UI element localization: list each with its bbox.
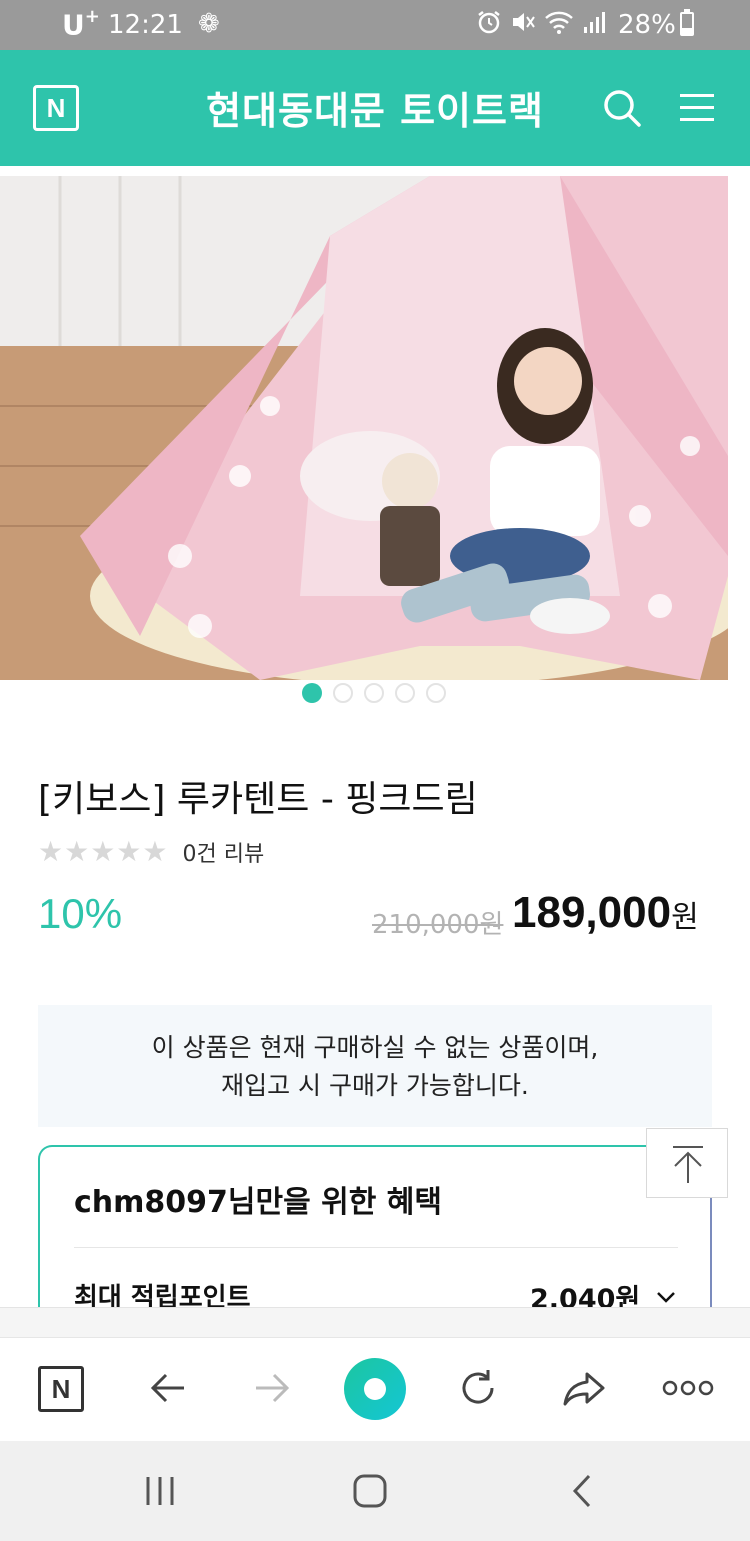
carousel-dot[interactable] <box>395 683 415 703</box>
system-back-icon[interactable] <box>562 1471 602 1511</box>
product-photo <box>0 176 728 680</box>
settings-gear-icon: ❁ <box>198 9 220 39</box>
system-navigation-bar <box>0 1441 750 1541</box>
signal-icon <box>584 12 605 33</box>
battery-percent: 28% <box>618 10 676 40</box>
carousel-dot[interactable] <box>426 683 446 703</box>
toolbar-strip <box>0 1308 750 1338</box>
back-icon[interactable] <box>140 1360 196 1416</box>
benefit-title: chm8097님만을 위한 혜택 <box>74 1185 442 1220</box>
notice-line-2: 재입고 시 구매가 가능합니다. <box>221 1071 529 1100</box>
share-icon[interactable] <box>556 1360 612 1416</box>
carousel-dot[interactable] <box>333 683 353 703</box>
alarm-icon <box>478 11 500 34</box>
clock: 12:21 <box>108 10 183 40</box>
carousel-dot[interactable] <box>302 683 322 703</box>
wifi-icon <box>545 11 573 34</box>
carousel-dot[interactable] <box>364 683 384 703</box>
original-price: 210,000원 <box>372 910 504 940</box>
browser-toolbar: N <box>0 1307 750 1441</box>
sale-price: 189,000원 <box>512 888 699 937</box>
status-icons <box>476 9 606 35</box>
carrier-label: U+ <box>62 6 100 42</box>
refresh-icon[interactable] <box>450 1360 506 1416</box>
battery-icon <box>680 9 694 36</box>
notice-line-1: 이 상품은 현재 구매하실 수 없는 상품이며, <box>151 1033 599 1062</box>
home-circle-icon[interactable] <box>344 1358 406 1420</box>
scroll-to-top-button[interactable] <box>646 1128 728 1198</box>
star-rating-icon: ★★★★★ <box>38 835 169 868</box>
product-title: [키보스] 루카텐트 - 핑크드림 <box>38 779 478 820</box>
review-count[interactable]: 0건 리뷰 <box>183 836 265 868</box>
sold-out-notice: 이 상품은 현재 구매하실 수 없는 상품이며, 재입고 시 구매가 가능합니다… <box>38 1005 712 1127</box>
more-icon[interactable] <box>660 1360 716 1416</box>
carousel-indicators <box>302 683 446 703</box>
naver-home-button[interactable]: N <box>38 1366 84 1412</box>
product-image[interactable] <box>0 176 728 680</box>
home-icon[interactable] <box>350 1471 390 1511</box>
arrow-up-icon <box>673 1146 703 1183</box>
menu-icon[interactable] <box>680 94 714 122</box>
site-header: N 현대동대문 토이트랙 <box>0 50 750 166</box>
divider <box>74 1247 678 1248</box>
mute-icon <box>513 13 535 31</box>
chevron-down-icon[interactable] <box>656 1287 676 1307</box>
product-rating[interactable]: ★★★★★ 0건 리뷰 <box>38 835 264 868</box>
discount-rate: 10% <box>38 890 123 937</box>
forward-icon[interactable] <box>244 1360 300 1416</box>
status-bar: U+ 12:21 ❁ 28% <box>0 0 750 50</box>
recent-apps-icon[interactable] <box>140 1471 180 1511</box>
search-icon[interactable] <box>602 88 642 128</box>
